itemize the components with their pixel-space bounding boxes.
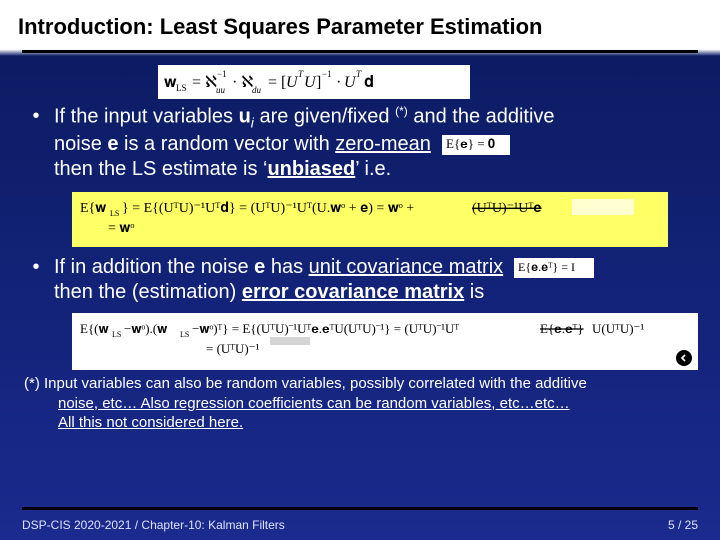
text: has (265, 256, 308, 278)
svg-text:LS: LS (180, 330, 189, 339)
bullet-marker: • (28, 104, 44, 182)
footnote-marker: (*) (395, 104, 408, 118)
svg-text:T: T (356, 69, 362, 79)
svg-text:−𝐰ᵒ).(𝐰: −𝐰ᵒ).(𝐰 (124, 321, 168, 336)
back-icon[interactable] (676, 350, 692, 366)
svg-text:LS: LS (176, 83, 187, 93)
svg-text:(UᵀU)⁻¹Uᵀ𝐞: (UᵀU)⁻¹Uᵀ𝐞 (472, 201, 542, 216)
equation-zero-mean: E{𝐞} = 𝟎 (442, 135, 510, 155)
svg-text:−𝐰ᵒ)ᵀ} = E{(UᵀU)⁻¹Uᵀ𝐞.𝐞ᵀU(U: −𝐰ᵒ)ᵀ} = E{(UᵀU)⁻¹Uᵀ𝐞.𝐞ᵀU(UᵀU)⁻¹} = (UᵀU… (192, 321, 459, 336)
text-zero-mean: zero-mean (335, 133, 431, 155)
svg-text:E{𝐞} = 𝟎: E{𝐞} = 𝟎 (446, 136, 495, 151)
footer-page: 5 / 25 (668, 518, 698, 532)
var-e: e (254, 256, 265, 278)
text-unbiased: unbiased (267, 158, 355, 180)
text: is a random vector with (119, 133, 336, 155)
footnote-line-2: noise, etc… Also regression coefficients… (58, 394, 696, 414)
svg-text:E{𝐞.𝐞ᵀ} = I: E{𝐞.𝐞ᵀ} = I (518, 260, 575, 274)
svg-text:= ℵ: = ℵ (192, 74, 217, 91)
footnote-line-1: (*) Input variables can also be random v… (24, 374, 696, 394)
var-u: u (239, 106, 251, 128)
svg-text:= 𝐰ᵒ: = 𝐰ᵒ (108, 221, 134, 236)
svg-text:LS: LS (110, 209, 119, 218)
equation-wls-definition: 𝐰 LS = ℵ −1 uu · ℵ du = [ U T U ] −1 · U… (158, 65, 470, 99)
footer-rule (22, 507, 698, 510)
svg-text:} = E{(UᵀU)⁻¹Uᵀ𝐝} = (UᵀU)⁻¹Uᵀ: } = E{(UᵀU)⁻¹Uᵀ𝐝} = (UᵀU)⁻¹Uᵀ(U.𝐰ᵒ + 𝐞) … (122, 201, 414, 216)
svg-text:]: ] (316, 74, 321, 91)
svg-text:E{𝐞.𝐞ᵀ}: E{𝐞.𝐞ᵀ} (540, 321, 584, 336)
svg-text:LS: LS (112, 330, 121, 339)
svg-text:du: du (252, 85, 262, 95)
bullet-1-body: If the input variables ui are given/fixe… (54, 104, 692, 182)
svg-text:𝐝: 𝐝 (364, 74, 374, 91)
bullet-1: • If the input variables ui are given/fi… (28, 104, 692, 182)
equation-unbiased: E{𝐰 LS } = E{(UᵀU)⁻¹Uᵀ𝐝} = (UᵀU)⁻¹Uᵀ(U.𝐰… (72, 192, 668, 247)
equation-error-covariance: E{(𝐰 LS −𝐰ᵒ).(𝐰 LS −𝐰ᵒ)ᵀ} = E{(UᵀU)⁻¹Uᵀ𝐞… (72, 313, 698, 370)
bullet-2-body: If in addition the noise e has unit cova… (54, 255, 692, 305)
title-rule (22, 50, 698, 53)
svg-text:· ℵ: · ℵ (232, 74, 253, 91)
text: then the (estimation) (54, 281, 242, 303)
svg-text:·: · (336, 74, 341, 91)
text: If in addition the noise (54, 256, 254, 278)
footer-left: DSP-CIS 2020-2021 / Chapter-10: Kalman F… (22, 518, 285, 532)
equation-identity-cov: E{𝐞.𝐞ᵀ} = I (514, 258, 594, 278)
text-error-cov: error covariance matrix (242, 281, 464, 303)
text: noise (54, 133, 107, 155)
bullet-marker: • (28, 255, 44, 305)
text: and the additive (408, 106, 555, 128)
bullet-2: • If in addition the noise e has unit co… (28, 255, 692, 305)
text: then the LS estimate is ‘ (54, 158, 267, 180)
svg-text:uu: uu (216, 85, 226, 95)
text: If the input variables (54, 106, 239, 128)
text: ’ i.e. (355, 158, 391, 180)
svg-text:−1: −1 (322, 69, 332, 79)
svg-text:E{(𝐰: E{(𝐰 (80, 321, 110, 336)
footnote-line-3: All this not considered here. (58, 413, 696, 433)
svg-text:= [: = [ (268, 74, 286, 91)
svg-text:−1: −1 (217, 69, 227, 79)
content: 𝐰 LS = ℵ −1 uu · ℵ du = [ U T U ] −1 · U… (0, 59, 720, 372)
svg-text:E{𝐰: E{𝐰 (80, 201, 106, 216)
text: are given/fixed (254, 106, 395, 128)
svg-text:= (UᵀU)⁻¹: = (UᵀU)⁻¹ (206, 341, 260, 356)
title-bar: Introduction: Least Squares Parameter Es… (0, 0, 720, 56)
footer: DSP-CIS 2020-2021 / Chapter-10: Kalman F… (22, 518, 698, 532)
var-e: e (107, 133, 118, 155)
text-unit-cov: unit covariance matrix (309, 256, 504, 278)
text: is (464, 281, 484, 303)
page-title: Introduction: Least Squares Parameter Es… (0, 0, 720, 50)
svg-text:U(UᵀU)⁻¹: U(UᵀU)⁻¹ (592, 321, 644, 336)
